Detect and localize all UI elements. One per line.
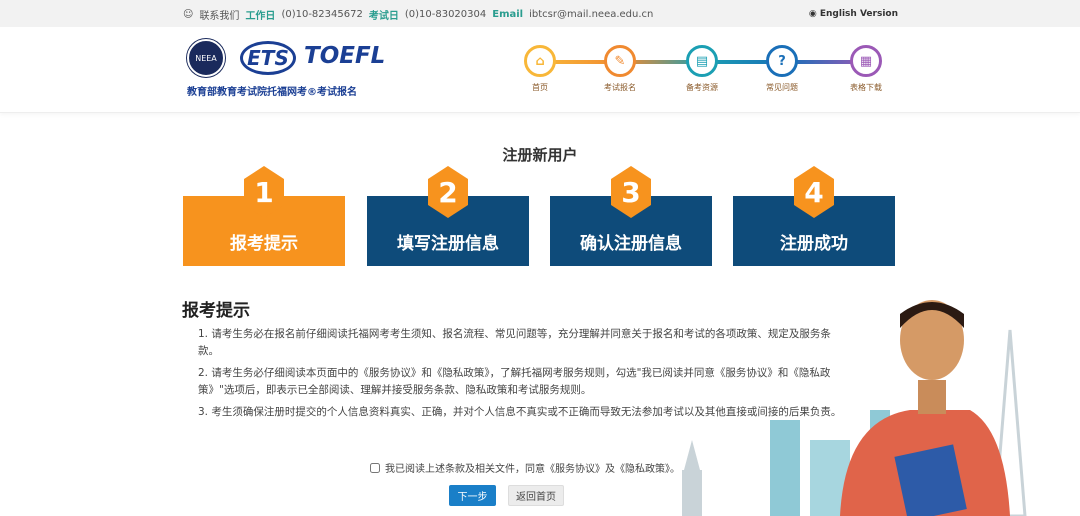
toefl-logo: TOEFL — [304, 43, 386, 69]
neea-seal-logo: NEEA — [187, 39, 225, 77]
contact-icon: ☺ — [183, 9, 194, 20]
nav-resources[interactable]: ▤ 备考资源 — [672, 45, 732, 93]
ets-logo: ETS — [240, 41, 296, 75]
page-title: 注册新用户 — [502, 146, 578, 164]
term-item: 1. 请考生务必在报名前仔细阅读托福网考考生须知、报名流程、常见问题等，充分理解… — [198, 328, 831, 357]
nav-label: 常见问题 — [766, 83, 798, 92]
step-number: 1 — [244, 166, 284, 218]
step-number: 4 — [794, 166, 834, 218]
home-icon: ⌂ — [524, 45, 556, 77]
top-bar: ☺ 联系我们 工作日 (0)10-82345672 考试日 (0)10-8302… — [0, 0, 1080, 27]
step-1: 1 报考提示 — [183, 166, 345, 266]
step-label: 注册成功 — [780, 234, 848, 254]
step-label: 填写注册信息 — [397, 234, 499, 254]
email-label: Email — [492, 9, 524, 20]
step-label: 报考提示 — [230, 234, 298, 254]
globe-icon: ◉ — [808, 9, 820, 19]
terms-list: 1. 请考生务必在报名前仔细阅读托福网考考生须知、报名流程、常见问题等，充分理解… — [198, 326, 843, 426]
document-icon: ▦ — [850, 45, 882, 77]
nav-faq[interactable]: ? 常见问题 — [752, 45, 812, 93]
examday-label: 考试日 — [368, 11, 399, 22]
next-button[interactable]: 下一步 — [449, 485, 496, 506]
calendar-icon: ▤ — [686, 45, 718, 77]
nav-label: 备考资源 — [686, 83, 718, 92]
nav-registration[interactable]: ✎ 考试报名 — [590, 45, 650, 93]
agree-checkbox-row[interactable]: 我已阅读上述条款及相关文件，同意《服务协议》及《隐私政策》。 — [370, 460, 680, 475]
back-home-button[interactable]: 返回首页 — [508, 485, 564, 506]
nav-label: 首页 — [532, 83, 548, 92]
examday-phone: (0)10-83020304 — [404, 9, 487, 20]
email-link[interactable]: ibtcsr@mail.neea.edu.cn — [529, 9, 653, 20]
term-item: 3. 考生须确保注册时提交的个人信息资料真实、正确，并对个人信息不真实或不正确而… — [198, 406, 842, 418]
contact-label: 联系我们 — [199, 11, 240, 22]
term-item: 2. 请考生务必仔细阅读本页面中的《服务协议》和《隐私政策》，了解托福网考服务规… — [198, 367, 831, 396]
step-label: 确认注册信息 — [580, 234, 682, 254]
agree-checkbox[interactable] — [370, 462, 380, 473]
nav-label: 表格下载 — [850, 83, 882, 92]
workday-label: 工作日 — [245, 11, 276, 22]
step-4: 4 注册成功 — [733, 166, 895, 266]
step-2: 2 填写注册信息 — [367, 166, 529, 266]
step-number: 3 — [611, 166, 651, 218]
nav-label: 考试报名 — [604, 83, 636, 92]
section-title: 报考提示 — [182, 301, 250, 321]
nav-home[interactable]: ⌂ 首页 — [510, 45, 570, 93]
header: NEEA ETS TOEFL 教育部教育考试院托福网考®考试报名 ⌂ 首页 ✎ 考试… — [0, 27, 1080, 113]
question-icon: ? — [766, 45, 798, 77]
site-tagline: 教育部教育考试院托福网考®考试报名 — [187, 87, 357, 98]
agree-label: 我已阅读上述条款及相关文件，同意《服务协议》及《隐私政策》。 — [385, 464, 680, 475]
step-number: 2 — [428, 166, 468, 218]
workday-phone: (0)10-82345672 — [281, 9, 363, 20]
step-3: 3 确认注册信息 — [550, 166, 712, 266]
english-version-link[interactable]: ◉ English Version — [809, 9, 898, 19]
nav-downloads[interactable]: ▦ 表格下载 — [836, 45, 896, 93]
main-nav: ⌂ 首页 ✎ 考试报名 ▤ 备考资源 ? 常见问题 ▦ 表格下载 — [520, 45, 890, 105]
english-version-label: English Version — [819, 9, 898, 19]
pen-icon: ✎ — [604, 45, 636, 77]
